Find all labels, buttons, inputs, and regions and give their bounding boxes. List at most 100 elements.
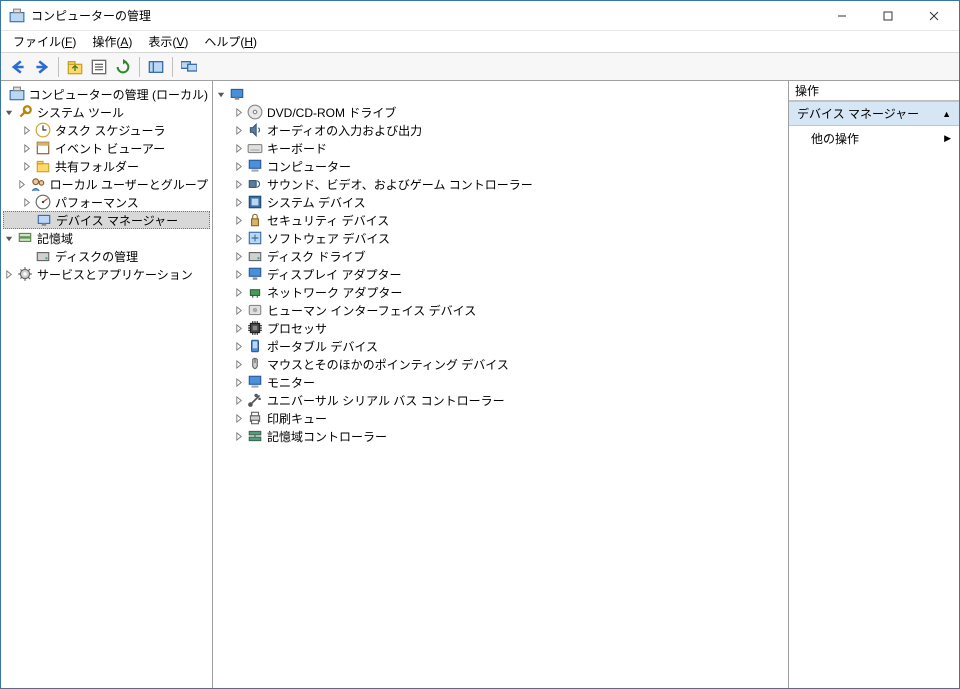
- expander-closed-icon[interactable]: [233, 430, 245, 442]
- tree-item-label: タスク スケジューラ: [53, 122, 168, 139]
- device-category[interactable]: 記憶域コントローラー: [215, 427, 786, 445]
- expander-open-icon[interactable]: [3, 106, 15, 118]
- expander-closed-icon[interactable]: [233, 340, 245, 352]
- tree-item[interactable]: イベント ビューアー: [3, 139, 210, 157]
- expander-closed-icon[interactable]: [233, 124, 245, 136]
- actions-section-device-manager[interactable]: デバイス マネージャー ▲: [789, 101, 959, 126]
- expander-closed-icon[interactable]: [233, 142, 245, 154]
- expander-closed-icon[interactable]: [21, 124, 33, 136]
- device-category-label: 印刷キュー: [265, 410, 329, 427]
- device-category[interactable]: プロセッサ: [215, 319, 786, 337]
- expander-closed-icon[interactable]: [3, 268, 15, 280]
- ti-perf-icon: [35, 194, 51, 210]
- security-icon: [247, 212, 263, 228]
- window-controls: [819, 1, 957, 30]
- device-category[interactable]: キーボード: [215, 139, 786, 157]
- device-category[interactable]: ネットワーク アダプター: [215, 283, 786, 301]
- device-category[interactable]: オーディオの入力および出力: [215, 121, 786, 139]
- device-category[interactable]: ソフトウェア デバイス: [215, 229, 786, 247]
- device-tree-root[interactable]: [215, 85, 786, 103]
- device-category[interactable]: DVD/CD-ROM ドライブ: [215, 103, 786, 121]
- expander-closed-icon[interactable]: [233, 196, 245, 208]
- expander-closed-icon[interactable]: [233, 304, 245, 316]
- device-category-label: オーディオの入力および出力: [265, 122, 424, 139]
- actions-more-actions[interactable]: 他の操作 ▶: [789, 126, 959, 151]
- menu-action[interactable]: 操作(A): [84, 31, 140, 52]
- expander-closed-icon[interactable]: [233, 214, 245, 226]
- device-category[interactable]: セキュリティ デバイス: [215, 211, 786, 229]
- toolbar-back-button[interactable]: [7, 56, 29, 78]
- expander-closed-icon[interactable]: [233, 358, 245, 370]
- expander-closed-icon[interactable]: [233, 412, 245, 424]
- expander-closed-icon[interactable]: [233, 250, 245, 262]
- toolbar-refresh-button[interactable]: [112, 56, 134, 78]
- tree-item[interactable]: 共有フォルダー: [3, 157, 210, 175]
- device-category[interactable]: マウスとそのほかのポインティング デバイス: [215, 355, 786, 373]
- minimize-button[interactable]: [819, 1, 865, 30]
- toolbar-up-button[interactable]: [64, 56, 86, 78]
- device-category[interactable]: 印刷キュー: [215, 409, 786, 427]
- expander-closed-icon[interactable]: [18, 178, 28, 190]
- device-category[interactable]: コンピューター: [215, 157, 786, 175]
- expander-open-icon[interactable]: [3, 232, 15, 244]
- device-category[interactable]: モニター: [215, 373, 786, 391]
- tree-item-label: ディスクの管理: [53, 248, 140, 265]
- expander-closed-icon[interactable]: [233, 322, 245, 334]
- audio-icon: [247, 122, 263, 138]
- toolbar-properties-button[interactable]: [88, 56, 110, 78]
- tree-item-label: システム ツール: [35, 104, 126, 121]
- expander-closed-icon[interactable]: [233, 394, 245, 406]
- monitor-icon: [247, 374, 263, 390]
- expander-closed-icon[interactable]: [233, 160, 245, 172]
- ti-share-icon: [35, 158, 51, 174]
- maximize-button[interactable]: [865, 1, 911, 30]
- tree-item[interactable]: システム ツール: [3, 103, 210, 121]
- expander-closed-icon[interactable]: [21, 196, 33, 208]
- actions-item-label: 他の操作: [811, 130, 859, 147]
- expander-closed-icon[interactable]: [233, 376, 245, 388]
- tree-item-label: デバイス マネージャー: [54, 212, 180, 229]
- device-category[interactable]: サウンド、ビデオ、およびゲーム コントローラー: [215, 175, 786, 193]
- menu-view[interactable]: 表示(V): [140, 31, 196, 52]
- software-icon: [247, 230, 263, 246]
- tree-item[interactable]: タスク スケジューラ: [3, 121, 210, 139]
- ti-tools-icon: [17, 104, 33, 120]
- toolbar-showhide-tree-button[interactable]: [145, 56, 167, 78]
- tree-item[interactable]: ローカル ユーザーとグループ: [3, 175, 210, 193]
- expander-closed-icon[interactable]: [233, 286, 245, 298]
- expander-closed-icon[interactable]: [233, 178, 245, 190]
- toolbar-monitors-button[interactable]: [178, 56, 200, 78]
- toolbar-forward-button[interactable]: [31, 56, 53, 78]
- tree-item[interactable]: ディスクの管理: [3, 247, 210, 265]
- device-category[interactable]: ポータブル デバイス: [215, 337, 786, 355]
- window-title: コンピューターの管理: [31, 7, 819, 24]
- expander-closed-icon[interactable]: [21, 142, 33, 154]
- device-category[interactable]: ユニバーサル シリアル バス コントローラー: [215, 391, 786, 409]
- ti-disk-icon: [35, 248, 51, 264]
- device-category[interactable]: ディスプレイ アダプター: [215, 265, 786, 283]
- device-manager-panel[interactable]: DVD/CD-ROM ドライブオーディオの入力および出力キーボードコンピューター…: [213, 81, 789, 688]
- menu-file[interactable]: ファイル(F): [5, 31, 84, 52]
- ti-services-icon: [17, 266, 33, 282]
- close-button[interactable]: [911, 1, 957, 30]
- portable-icon: [247, 338, 263, 354]
- device-category[interactable]: システム デバイス: [215, 193, 786, 211]
- app-icon: [9, 8, 25, 24]
- expander-closed-icon[interactable]: [233, 268, 245, 280]
- tree-item[interactable]: 記憶域: [3, 229, 210, 247]
- device-category-label: モニター: [265, 374, 317, 391]
- expander-open-icon[interactable]: [215, 88, 227, 100]
- tree-item[interactable]: デバイス マネージャー: [3, 211, 210, 229]
- menu-help[interactable]: ヘルプ(H): [196, 31, 265, 52]
- console-tree-panel[interactable]: コンピューターの管理 (ローカル)システム ツールタスク スケジューライベント …: [1, 81, 213, 688]
- device-category[interactable]: ヒューマン インターフェイス デバイス: [215, 301, 786, 319]
- tree-item-label: イベント ビューアー: [53, 140, 167, 157]
- tree-item[interactable]: コンピューターの管理 (ローカル): [3, 85, 210, 103]
- expander-closed-icon[interactable]: [233, 106, 245, 118]
- expander-closed-icon[interactable]: [233, 232, 245, 244]
- expander-closed-icon[interactable]: [21, 160, 33, 172]
- tree-item[interactable]: サービスとアプリケーション: [3, 265, 210, 283]
- tree-item[interactable]: パフォーマンス: [3, 193, 210, 211]
- device-category[interactable]: ディスク ドライブ: [215, 247, 786, 265]
- device-category-label: サウンド、ビデオ、およびゲーム コントローラー: [265, 176, 535, 193]
